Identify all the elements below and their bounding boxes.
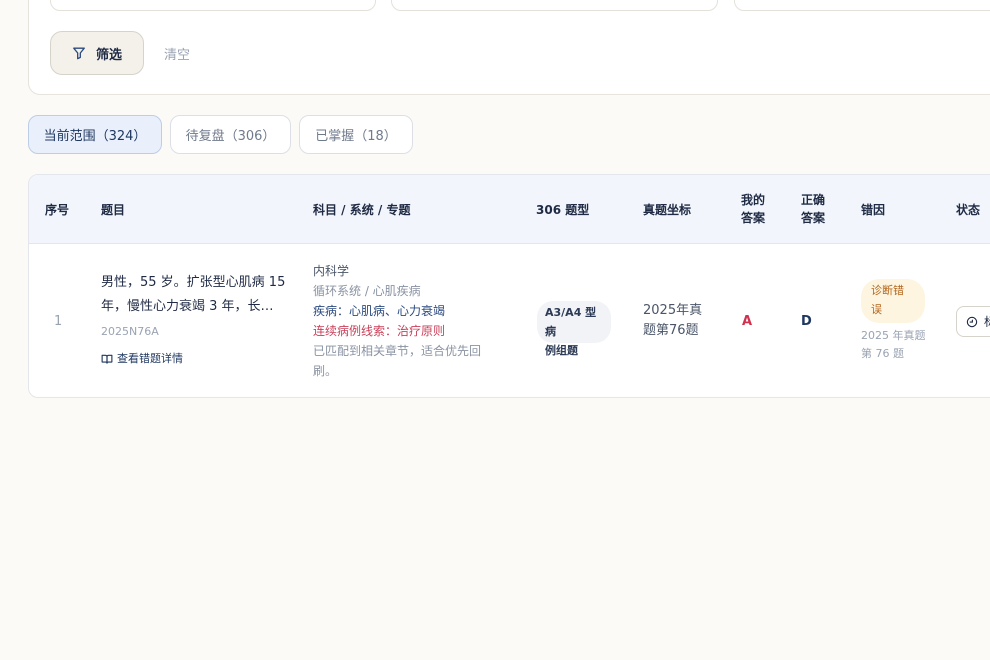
subject-info: 内科学 循环系统 / 心肌疾病 疾病：心肌病、心力衰竭 连续病例线索：治疗原则 … bbox=[313, 261, 493, 381]
page: 筛选 清空 当前范围（324） 待复盘（306） 已掌握（18） 序号 题目 科… bbox=[0, 0, 990, 660]
question-code: 2025N76A bbox=[101, 325, 159, 338]
error-source: 2025 年真题 第 76 题 bbox=[861, 327, 931, 363]
question-line: 男性，55 岁。扩张型心肌病 15 bbox=[101, 275, 286, 290]
error-source-line: 第 76 题 bbox=[861, 347, 904, 360]
error-line: 诊断错 bbox=[871, 284, 904, 297]
question-line: 年，慢性心力衰竭 3 年，长… bbox=[101, 299, 274, 314]
filter-icon bbox=[73, 47, 85, 60]
error-line: 误 bbox=[871, 303, 882, 316]
coord-line: 2025年真 bbox=[643, 303, 703, 318]
header-line: 答案 bbox=[801, 211, 826, 225]
error-cause-badge: 诊断错 误 bbox=[861, 279, 925, 323]
header-my-answer: 我的 答案 bbox=[741, 191, 765, 227]
subject-select[interactable] bbox=[50, 0, 376, 11]
header-error-cause: 错因 bbox=[861, 203, 886, 217]
topic-select[interactable] bbox=[734, 0, 990, 11]
header-subject: 科目 / 系统 / 专题 bbox=[313, 203, 411, 217]
disease-name: 疾病：心肌病、心力衰竭 bbox=[313, 304, 446, 318]
correct-answer: D bbox=[801, 314, 812, 329]
tab-label: 待复盘（306） bbox=[185, 129, 276, 144]
wrong-question-table: 序号 题目 科目 / 系统 / 专题 306 题型 真题坐标 我的 答案 正确 … bbox=[28, 174, 990, 398]
header-type: 306 题型 bbox=[536, 203, 590, 217]
tab-mastered[interactable]: 已掌握（18） bbox=[299, 115, 413, 154]
filter-button-label: 筛选 bbox=[95, 47, 122, 63]
filter-button[interactable]: 筛选 bbox=[50, 31, 144, 75]
error-source-line: 2025 年真题 bbox=[861, 329, 926, 342]
tab-pending-review[interactable]: 待复盘（306） bbox=[170, 115, 291, 154]
header-line: 答案 bbox=[741, 211, 766, 225]
status-label: 标 bbox=[984, 313, 990, 330]
system-select[interactable] bbox=[391, 0, 718, 11]
header-correct-answer: 正确 答案 bbox=[801, 191, 825, 227]
tab-label: 当前范围（324） bbox=[43, 129, 147, 144]
header-coord: 真题坐标 bbox=[643, 203, 692, 217]
header-line: 我的 bbox=[741, 193, 766, 207]
type-line: A3/A4 型病 bbox=[545, 306, 597, 338]
exam-coordinate: 2025年真 题第76题 bbox=[643, 301, 709, 341]
status-button[interactable]: 标 bbox=[956, 306, 990, 337]
type-line: 例组题 bbox=[545, 344, 578, 357]
coord-line: 题第76题 bbox=[643, 323, 699, 338]
book-icon bbox=[101, 354, 113, 364]
header-index: 序号 bbox=[45, 203, 70, 217]
header-line: 正确 bbox=[801, 193, 826, 207]
tab-current-scope[interactable]: 当前范围（324） bbox=[28, 115, 162, 154]
header-status: 状态 bbox=[956, 203, 981, 217]
clock-icon bbox=[966, 316, 978, 327]
view-detail-label: 查看错题详情 bbox=[117, 352, 183, 365]
system-name: 循环系统 / 心肌疾病 bbox=[313, 284, 421, 298]
table-header: 序号 题目 科目 / 系统 / 专题 306 题型 真题坐标 我的 答案 正确 … bbox=[29, 175, 990, 244]
filter-panel: 筛选 清空 bbox=[28, 0, 990, 95]
row-index: 1 bbox=[54, 314, 63, 329]
subject-name: 内科学 bbox=[313, 264, 350, 278]
tab-label: 已掌握（18） bbox=[315, 129, 397, 144]
case-clue: 连续病例线索：治疗原则 bbox=[313, 324, 446, 338]
my-answer: A bbox=[742, 314, 753, 329]
question-type-badge: A3/A4 型病 例组题 bbox=[537, 301, 611, 357]
view-detail-link[interactable]: 查看错题详情 bbox=[101, 349, 183, 369]
match-note: 已匹配到相关章节，适合优先回刷。 bbox=[313, 344, 482, 378]
header-question: 题目 bbox=[101, 203, 126, 217]
question-text: 男性，55 岁。扩张型心肌病 15 年，慢性心力衰竭 3 年，长… bbox=[101, 271, 291, 319]
clear-link[interactable]: 清空 bbox=[164, 44, 190, 63]
